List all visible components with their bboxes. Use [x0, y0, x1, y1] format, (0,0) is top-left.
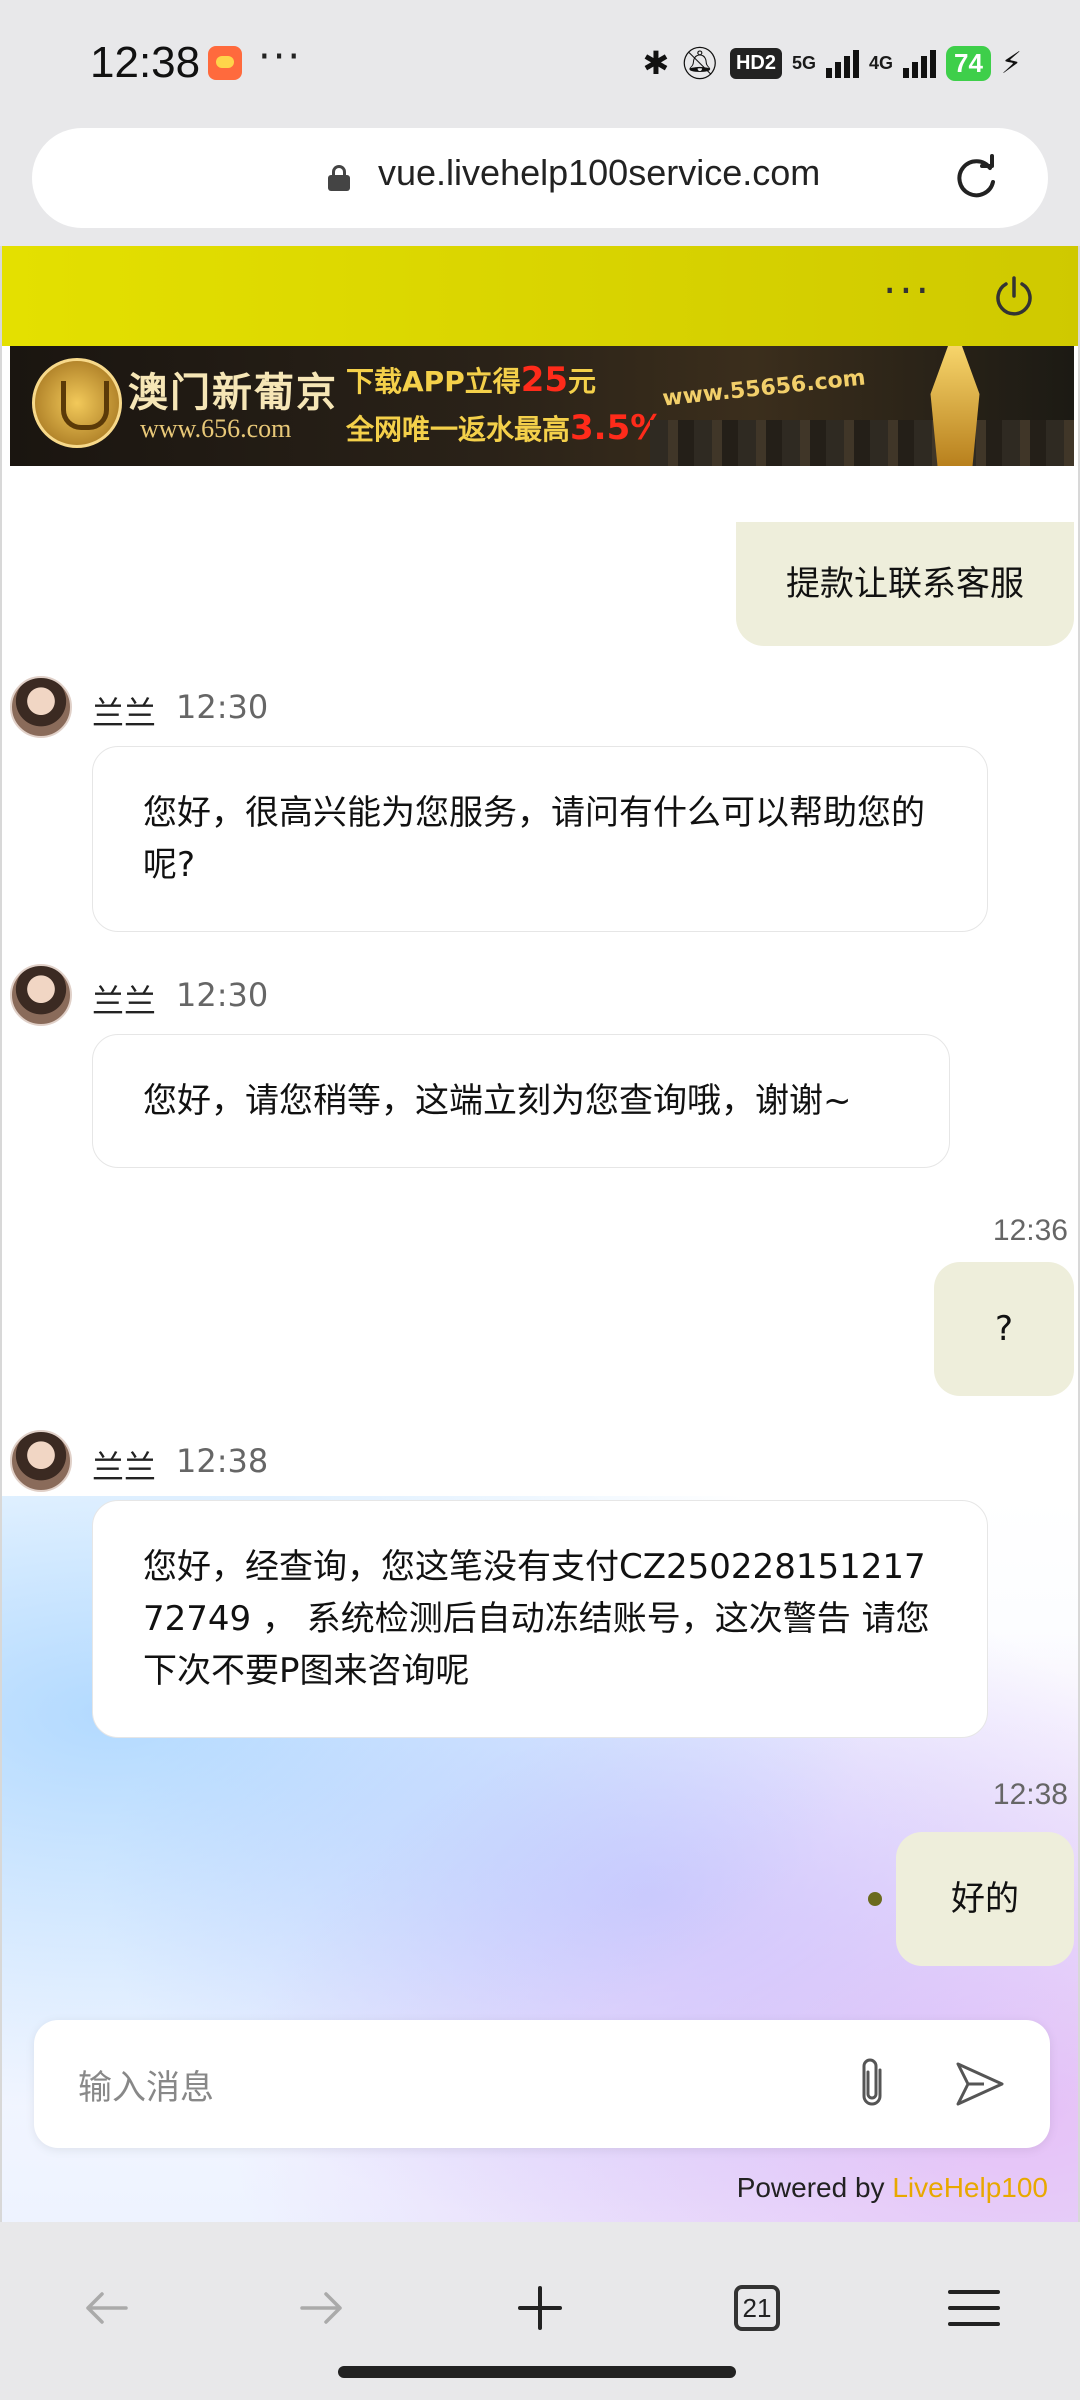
tabs-button[interactable]: 21	[717, 2268, 797, 2348]
read-status-dot	[868, 1892, 882, 1906]
agent-avatar[interactable]	[10, 964, 72, 1026]
outgoing-message: 好的	[896, 1832, 1074, 1966]
more-notifications-icon: ···	[258, 34, 303, 80]
city-skyline	[650, 420, 1074, 466]
message-time: 12:30	[176, 688, 269, 726]
incoming-message: 您好，经查询，您这笔没有支付CZ25022815121772749 ， 系统检测…	[92, 1500, 988, 1738]
message-text: 好的	[951, 1879, 1019, 1919]
more-options-icon[interactable]: ···	[883, 266, 932, 315]
chat-header: ···	[2, 246, 1078, 346]
casino-logo	[32, 358, 122, 448]
powered-by: Powered by LiveHelp100	[736, 2172, 1048, 2203]
message-time: 12:36	[992, 1214, 1068, 1247]
agent-avatar[interactable]	[10, 1430, 72, 1492]
banner-site-url: www.55656.com	[661, 365, 867, 412]
power-icon[interactable]	[992, 274, 1036, 318]
status-bar: 12:38 ··· ✱ 🔕︎ HD2 5G 4G 74 ⚡︎	[0, 0, 1080, 125]
home-indicator[interactable]	[338, 2366, 736, 2378]
battery-icon: 74	[946, 45, 991, 81]
message-text: 您好，请您稍等，这端立刻为您查询哦，谢谢~	[143, 1081, 852, 1121]
forward-button[interactable]	[282, 2268, 362, 2348]
message-time: 12:38	[992, 1778, 1068, 1811]
message-text: 您好，经查询，您这笔没有支付CZ25022815121772749 ， 系统检测…	[143, 1547, 930, 1691]
message-time: 12:38	[176, 1442, 269, 1480]
sender-name: 兰兰	[92, 694, 157, 732]
powered-by-brand[interactable]: LiveHelp100	[892, 2172, 1048, 2203]
reload-icon[interactable]	[952, 154, 1000, 202]
sender-name: 兰兰	[92, 1448, 157, 1486]
tab-count: 21	[734, 2285, 780, 2331]
banner-promo-line1: 下载APP立得25元	[346, 360, 597, 400]
signal-4g-icon	[903, 48, 936, 78]
hamburger-icon	[948, 2290, 1000, 2326]
message-time: 12:30	[176, 976, 269, 1014]
message-text: 您好，很高兴能为您服务，请问有什么可以帮助您的呢?	[143, 793, 925, 885]
arrow-right-icon	[300, 2292, 342, 2324]
arrow-left-icon	[86, 2292, 128, 2324]
network-5g-label: 5G	[791, 53, 816, 73]
plus-icon	[518, 2286, 562, 2330]
web-content: ··· 澳门新葡京 www.656.com 下载APP立得25元 全网唯一返水最…	[0, 246, 1080, 2222]
agent-avatar[interactable]	[10, 676, 72, 738]
url-text[interactable]: vue.livehelp100service.com	[378, 152, 820, 194]
status-time: 12:38	[90, 38, 201, 87]
ad-banner[interactable]: 澳门新葡京 www.656.com 下载APP立得25元 全网唯一返水最高3.5…	[10, 346, 1074, 466]
bell-off-icon: 🔕︎	[679, 44, 720, 82]
send-icon[interactable]	[954, 2058, 1006, 2110]
status-icons: ✱ 🔕︎ HD2 5G 4G 74 ⚡︎	[643, 44, 1022, 82]
message-input-box[interactable]: 输入消息	[34, 2020, 1050, 2148]
message-text: ?	[994, 1309, 1014, 1349]
incoming-message: 您好，很高兴能为您服务，请问有什么可以帮助您的呢?	[92, 746, 988, 932]
outgoing-message: 提款让联系客服	[736, 522, 1074, 646]
charging-icon: ⚡︎	[1000, 45, 1022, 81]
app-notification-icon	[208, 46, 242, 80]
banner-promo-line2: 全网唯一返水最高3.5%	[346, 408, 665, 448]
network-4g-label: 4G	[868, 53, 893, 73]
hd-voice-icon: HD2	[729, 47, 782, 79]
lock-icon	[328, 165, 350, 191]
banner-brand: 澳门新葡京	[128, 370, 338, 416]
bluetooth-icon: ✱	[642, 44, 670, 82]
address-bar[interactable]: vue.livehelp100service.com	[32, 128, 1048, 228]
menu-button[interactable]	[934, 2268, 1014, 2348]
outgoing-message: ?	[934, 1262, 1074, 1396]
incoming-message: 您好，请您稍等，这端立刻为您查询哦，谢谢~	[92, 1034, 950, 1168]
message-input[interactable]: 输入消息	[78, 2060, 214, 2109]
back-button[interactable]	[66, 2268, 146, 2348]
signal-5g-icon	[825, 48, 859, 78]
message-text: 提款让联系客服	[786, 564, 1024, 604]
paperclip-icon[interactable]	[852, 2056, 892, 2112]
new-tab-button[interactable]	[500, 2268, 580, 2348]
sender-name: 兰兰	[92, 982, 157, 1020]
banner-brand-url: www.656.com	[140, 414, 292, 443]
